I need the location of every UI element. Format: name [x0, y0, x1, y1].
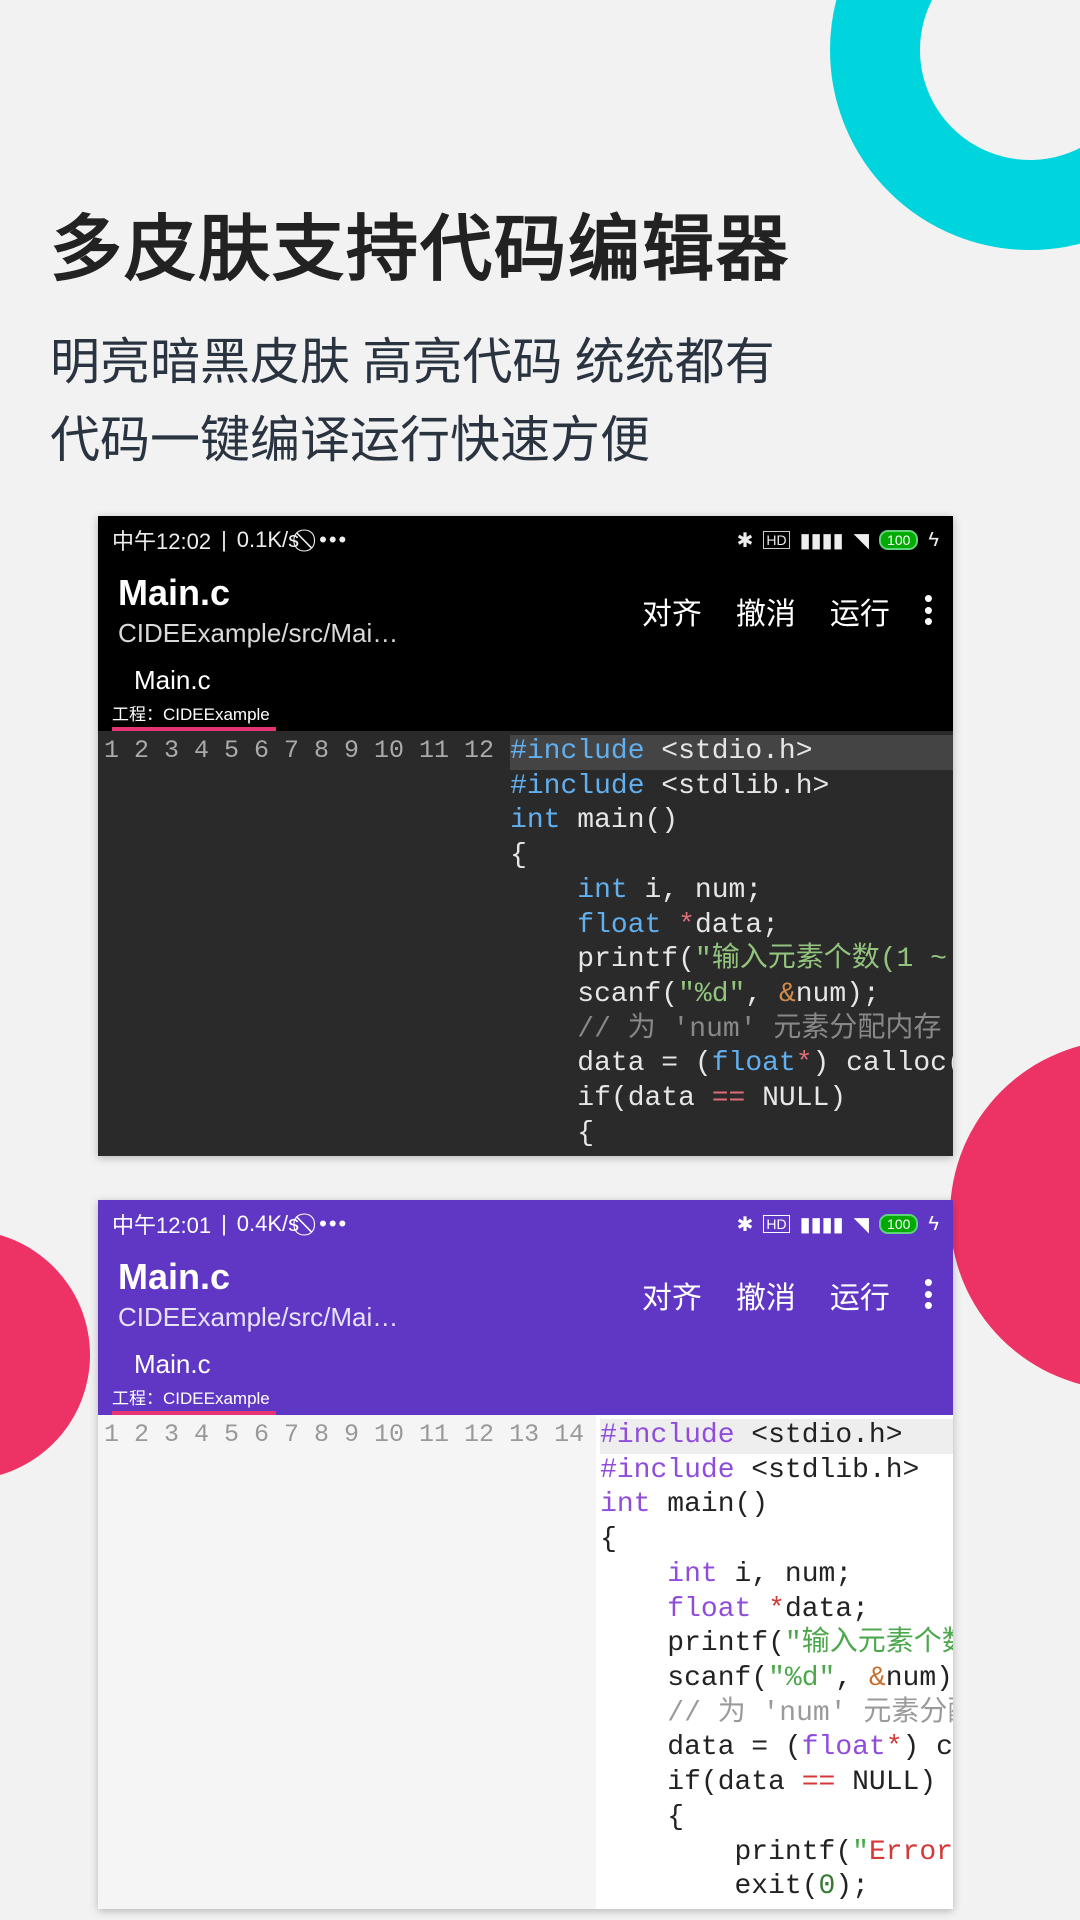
tab-file[interactable]: Main.c: [134, 1349, 953, 1380]
bluetooth-icon: ✱: [737, 528, 754, 553]
gutter: 1 2 3 4 5 6 7 8 9 10 11 12: [98, 731, 506, 1156]
charging-icon: ϟ: [928, 1213, 939, 1236]
run-button[interactable]: 运行: [830, 1273, 890, 1317]
file-path: CIDEExample/src/Mai…: [118, 1302, 398, 1333]
run-button[interactable]: 运行: [830, 589, 890, 633]
status-sep: |: [221, 1211, 227, 1237]
project-label: 工程：CIDEExample: [112, 700, 276, 731]
screenshot-light: 中午12:01 | 0.4K/s ⃠ ••• ✱ HD ▮▮▮▮ ◥ 100 ϟ: [98, 1200, 953, 1909]
file-path: CIDEExample/src/Mai…: [118, 618, 398, 649]
battery-indicator: 100: [879, 1214, 918, 1234]
editor-light[interactable]: 1 2 3 4 5 6 7 8 9 10 11 12 13 14 #includ…: [98, 1415, 953, 1909]
wifi-icon: ◥: [854, 528, 869, 553]
screenshot-dark: 中午12:02 | 0.1K/s ⃠ ••• ✱ HD ▮▮▮▮ ◥ 100 ϟ: [98, 516, 953, 1156]
undo-button[interactable]: 撤消: [736, 1273, 796, 1317]
bluetooth-icon: ✱: [737, 1212, 754, 1237]
undo-button[interactable]: 撤消: [736, 589, 796, 633]
more-menu-icon[interactable]: •••: [924, 593, 933, 628]
wifi-icon: ◥: [854, 1212, 869, 1237]
app-bar: Main.c CIDEExample/src/Mai… 对齐 撤消 运行 •••: [98, 1248, 953, 1343]
tab-bar: Main.c 工程：CIDEExample: [98, 1343, 953, 1415]
status-bar: 中午12:02 | 0.1K/s ⃠ ••• ✱ HD ▮▮▮▮ ◥ 100 ϟ: [98, 516, 953, 564]
status-time: 中午12:02: [112, 524, 211, 556]
promo-line1: 明亮暗黑皮肤 高亮代码 统统都有: [50, 325, 1030, 403]
align-button[interactable]: 对齐: [642, 589, 702, 633]
status-sep: |: [221, 527, 227, 553]
code-lines[interactable]: #include <stdio.h>#include <stdlib.h> in…: [596, 1415, 953, 1909]
more-menu-icon[interactable]: •••: [924, 1277, 933, 1312]
tab-file[interactable]: Main.c: [134, 665, 953, 696]
signal-icon: ▮▮▮▮: [800, 528, 844, 553]
gutter: 1 2 3 4 5 6 7 8 9 10 11 12 13 14: [98, 1415, 596, 1909]
file-title: Main.c: [118, 1256, 398, 1298]
status-more-icon: •••: [319, 527, 348, 553]
battery-indicator: 100: [879, 530, 918, 550]
status-time: 中午12:01: [112, 1208, 211, 1240]
code-lines[interactable]: #include <stdio.h>#include <stdlib.h> in…: [506, 731, 953, 1156]
signal-icon: ▮▮▮▮: [800, 1212, 844, 1237]
file-title: Main.c: [118, 572, 398, 614]
project-label: 工程：CIDEExample: [112, 1384, 276, 1415]
hd-icon: HD: [763, 531, 789, 549]
promo-title: 多皮肤支持代码编辑器: [50, 190, 1030, 295]
tab-bar: Main.c 工程：CIDEExample: [98, 659, 953, 731]
status-net: 0.4K/s: [237, 1211, 299, 1237]
status-more-icon: •••: [319, 1211, 348, 1237]
hd-icon: HD: [763, 1215, 789, 1233]
status-net: 0.1K/s: [237, 527, 299, 553]
app-bar: Main.c CIDEExample/src/Mai… 对齐 撤消 运行 •••: [98, 564, 953, 659]
charging-icon: ϟ: [928, 529, 939, 552]
decoration-circle-l: [0, 1230, 90, 1480]
editor-dark[interactable]: 1 2 3 4 5 6 7 8 9 10 11 12 #include <std…: [98, 731, 953, 1156]
decoration-circle-r: [950, 1040, 1080, 1390]
status-bar: 中午12:01 | 0.4K/s ⃠ ••• ✱ HD ▮▮▮▮ ◥ 100 ϟ: [98, 1200, 953, 1248]
promo-line2: 代码一键编译运行快速方便: [50, 403, 1030, 481]
align-button[interactable]: 对齐: [642, 1273, 702, 1317]
